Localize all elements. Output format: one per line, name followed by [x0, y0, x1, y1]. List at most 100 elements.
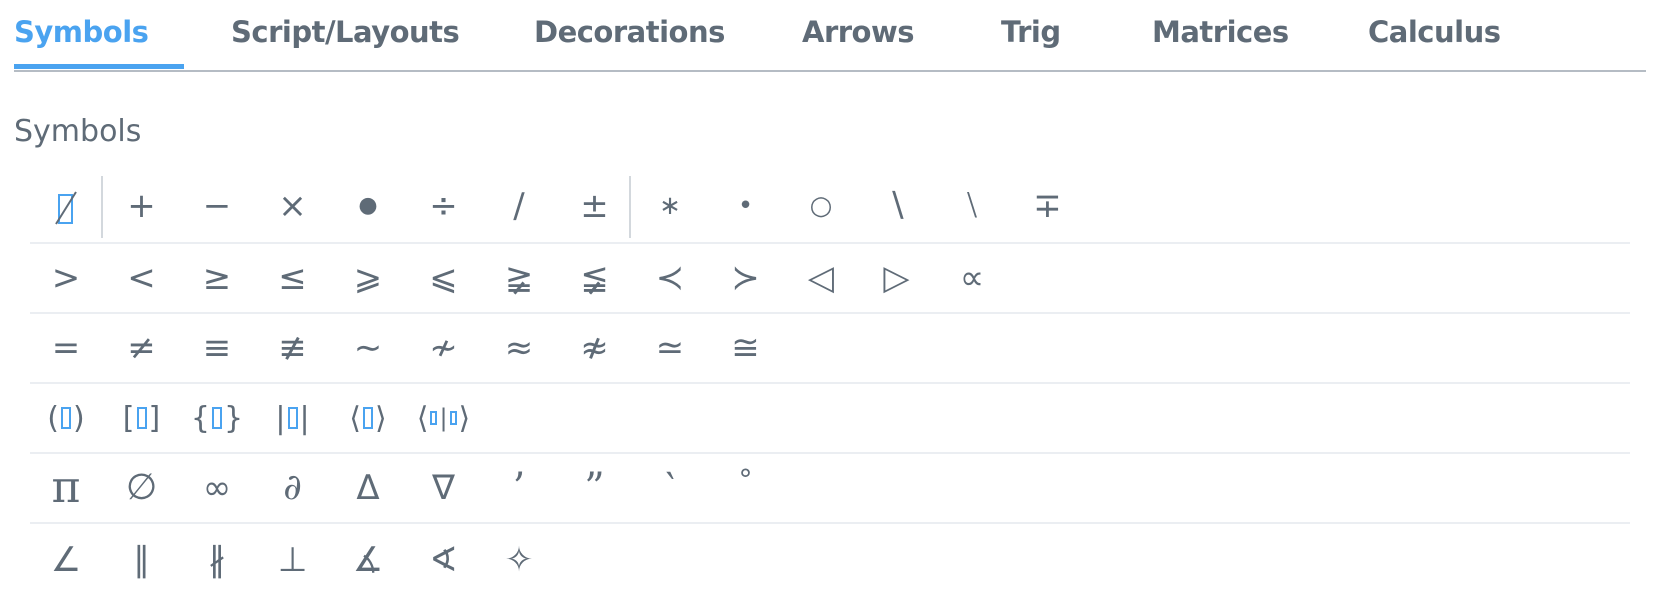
symbol-button-plus[interactable]: + [102, 170, 182, 242]
not-tilde-icon: ≁ [429, 328, 458, 368]
symbol-button-set-minus[interactable]: ⧵ [932, 170, 1012, 242]
symbol-button-asymp-equal[interactable]: ≃ [630, 314, 710, 382]
parentheses-icon: () [47, 401, 84, 436]
symbol-button-slash[interactable]: ∕ [479, 170, 559, 242]
angle-brackets-icon: ⟨ ⟩ [349, 401, 386, 436]
symbol-row-equivalence: = ≠ ≡ ≢ ∼ ≁ ≈ ≉ ≃ ≅ [30, 314, 1630, 384]
symbol-button-triangle-right[interactable]: ▷ [857, 244, 937, 312]
symbol-button-not-approx[interactable]: ≉ [555, 314, 635, 382]
symbol-button-square-brackets[interactable]: [] [102, 384, 182, 452]
active-tab-indicator [14, 64, 184, 69]
precedes-icon: ≺ [655, 258, 685, 298]
symbol-button-bra-ket[interactable]: ⟨ | ⟩ [404, 384, 484, 452]
symbol-button-greater-not-equal[interactable]: ≩ [479, 244, 559, 312]
symbol-button-tilde[interactable]: ∼ [328, 314, 408, 382]
symbol-button-greater-equal[interactable]: ≥ [177, 244, 257, 312]
symbol-button-measured-angle[interactable]: ∡ [328, 524, 408, 596]
symbol-button-parentheses[interactable]: () [26, 384, 106, 452]
symbol-button-backslash[interactable]: ∖ [857, 170, 937, 242]
asymp-equal-icon: ≃ [655, 328, 685, 368]
symbol-button-nabla[interactable]: ∇ [404, 454, 484, 522]
open-delimiter: ⟨ [349, 400, 361, 436]
infinity-icon: ∞ [202, 468, 232, 508]
symbol-button-bullet[interactable]: ● [328, 170, 408, 242]
symbol-row-constants: π ∅ ∞ ∂ Δ ∇ ’ ” ‵ ° [30, 454, 1630, 524]
symbol-button-backprime[interactable]: ‵ [630, 454, 710, 522]
pi-icon: π [51, 462, 81, 513]
symbol-button-absolute-value[interactable]: | | [253, 384, 333, 452]
symbol-button-spherical-angle[interactable]: ∢ [404, 524, 484, 596]
symbol-button-parallel[interactable]: ∥ [102, 524, 182, 596]
symbol-button-minus[interactable]: − [177, 170, 257, 242]
symbol-button-empty-set[interactable]: ∅ [102, 454, 182, 522]
symbol-button-double-prime[interactable]: ” [555, 454, 635, 522]
symbol-button-less-than[interactable]: < [102, 244, 182, 312]
symbol-button-minus-plus[interactable]: ∓ [1008, 170, 1088, 242]
symbol-button-angle[interactable]: ∠ [26, 524, 106, 596]
not-approx-icon: ≉ [580, 328, 609, 368]
tab-decorations[interactable]: Decorations [534, 14, 725, 54]
placeholder-box-icon [61, 407, 71, 429]
symbol-button-less-not-equal[interactable]: ≨ [555, 244, 635, 312]
tab-matrices[interactable]: Matrices [1152, 14, 1289, 54]
symbol-button-approx[interactable]: ≈ [479, 314, 559, 382]
symbol-button-less-equal[interactable]: ≤ [253, 244, 333, 312]
greater-than-icon: > [51, 258, 81, 298]
symbol-button-less-equal-slant[interactable]: ⩽ [404, 244, 484, 312]
symbol-button-divide[interactable]: ÷ [404, 170, 484, 242]
tab-trig[interactable]: Trig [1001, 14, 1061, 54]
symbol-button-not-parallel[interactable]: ∦ [177, 524, 257, 596]
tab-arrows[interactable]: Arrows [802, 14, 915, 54]
symbol-button-angle-brackets[interactable]: ⟨ ⟩ [328, 384, 408, 452]
symbol-button-not-identical[interactable]: ≢ [253, 314, 333, 382]
spherical-angle-icon: ∢ [429, 540, 458, 580]
symbol-button-greater-than[interactable]: > [26, 244, 106, 312]
symbol-button-diamond-star[interactable]: ✧ [479, 524, 559, 596]
divide-icon: ÷ [429, 186, 458, 226]
plus-icon: + [127, 186, 156, 226]
symbol-row-brackets: ()[]{} | | ⟨ ⟩ ⟨ | ⟩ [30, 384, 1630, 454]
nabla-icon: ∇ [432, 468, 455, 508]
less-than-icon: < [127, 258, 156, 298]
close-delimiter: ⟩ [458, 400, 471, 436]
symbol-button-pi[interactable]: π [26, 454, 106, 522]
partial-icon: ∂ [283, 467, 302, 508]
symbol-button-times[interactable]: × [253, 170, 333, 242]
asterisk-icon: ∗ [659, 191, 681, 221]
placeholder-box-icon [136, 407, 147, 429]
symbol-button-greater-equal-slant[interactable]: ⩾ [328, 244, 408, 312]
symbol-button-succeeds[interactable]: ≻ [706, 244, 786, 312]
symbol-button-perpendicular[interactable]: ⊥ [253, 524, 333, 596]
symbol-button-not-equals[interactable]: ≠ [102, 314, 182, 382]
open-delimiter: [ [122, 400, 135, 436]
symbol-button-plus-minus[interactable]: ± [555, 170, 635, 242]
symbol-button-precedes[interactable]: ≺ [630, 244, 710, 312]
symbol-button-congruent[interactable]: ≅ [706, 314, 786, 382]
symbol-button-curly-braces[interactable]: {} [177, 384, 257, 452]
symbol-button-prime[interactable]: ’ [479, 454, 559, 522]
tab-symbols[interactable]: Symbols [14, 14, 149, 54]
cancel-icon [55, 191, 77, 225]
symbol-button-cancel[interactable] [26, 170, 106, 242]
placeholder-box-icon [363, 407, 373, 429]
symbol-button-proportional[interactable]: ∝ [932, 244, 1012, 312]
symbol-button-delta[interactable]: Δ [328, 454, 408, 522]
tab-calculus[interactable]: Calculus [1368, 14, 1501, 54]
slash-icon: ∕ [513, 186, 525, 226]
tab-script-layouts[interactable]: Script/Layouts [231, 14, 460, 54]
less-equal-icon: ≤ [278, 258, 307, 298]
symbol-button-infinity[interactable]: ∞ [177, 454, 257, 522]
symbol-button-asterisk[interactable]: ∗ [630, 170, 710, 242]
symbol-button-equals[interactable]: = [26, 314, 106, 382]
tilde-icon: ∼ [353, 328, 383, 368]
symbol-button-partial[interactable]: ∂ [253, 454, 333, 522]
symbol-button-dot[interactable]: • [706, 170, 786, 242]
symbol-button-triangle-left[interactable]: ◁ [781, 244, 861, 312]
greater-equal-icon: ≥ [202, 258, 232, 298]
tab-bar: Symbols Script/Layouts Decorations Arrow… [14, 0, 1646, 72]
symbol-button-ring[interactable]: ○ [781, 170, 861, 242]
identical-icon: ≡ [202, 328, 232, 368]
symbol-button-not-tilde[interactable]: ≁ [404, 314, 484, 382]
symbol-button-degree[interactable]: ° [706, 454, 786, 522]
symbol-button-identical[interactable]: ≡ [177, 314, 257, 382]
